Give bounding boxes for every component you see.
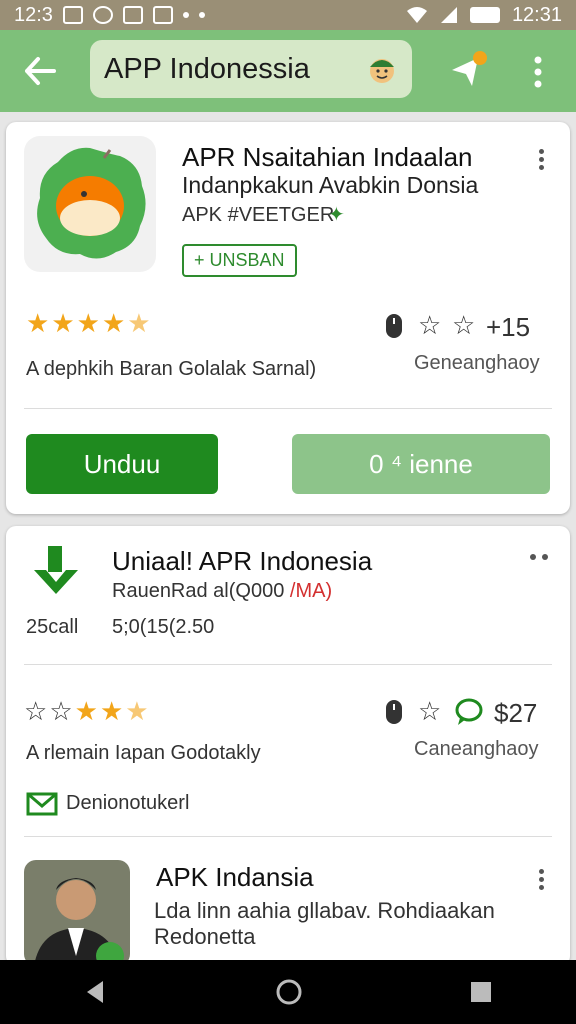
star-icon: ★ — [101, 308, 126, 338]
status-bar: 12:3 12:31 — [0, 0, 576, 30]
app-title: APK Indansia — [156, 862, 314, 892]
back-arrow-icon — [25, 57, 56, 85]
star-icon: ★ — [51, 308, 75, 338]
divider — [24, 408, 552, 409]
dot-icon — [182, 12, 189, 18]
category-label: Geneanghaoy — [414, 352, 540, 374]
download-arrow-icon[interactable] — [30, 544, 82, 600]
signal-icon — [440, 7, 457, 23]
sparkle-icon: ✦ — [328, 204, 345, 226]
back-button[interactable] — [0, 30, 80, 112]
star-outline-icon: ☆ — [49, 696, 73, 726]
nav-home-icon[interactable] — [275, 978, 303, 1006]
chat-bubble-icon — [455, 698, 483, 725]
status-time-left: 12:3 — [14, 3, 53, 26]
more-vert-icon — [534, 56, 542, 88]
rating-stars: ☆ ☆ ★ ★ ★ — [24, 698, 149, 724]
notification-icon — [152, 6, 173, 24]
wifi-icon — [406, 7, 427, 23]
app-icon[interactable] — [24, 860, 130, 966]
star-outline-icon: ☆ — [24, 696, 48, 726]
secondary-button[interactable]: 0 ⁴ ienne — [292, 434, 550, 494]
more-options-button[interactable] — [520, 50, 556, 94]
star-half-icon: ★ — [127, 308, 151, 338]
card-menu-button[interactable] — [530, 554, 556, 564]
mouse-icon — [386, 700, 402, 724]
download-button[interactable]: Unduu — [26, 434, 218, 494]
review-text: A rlemain Iapan Godotakly — [26, 742, 261, 764]
status-badge: + UNSBAN — [182, 244, 297, 277]
size-label: RauenRad al — [112, 580, 229, 602]
star-icon: ★ — [74, 696, 98, 726]
app-description-2: Redonetta — [154, 924, 256, 949]
secondary-button-label: 0 ⁴ ienne — [369, 448, 473, 479]
status-time-right: 12:31 — [511, 3, 562, 26]
battery-icon — [469, 7, 500, 23]
app-title: APR Nsaitahian Indaalan — [182, 142, 473, 172]
nav-recents-icon[interactable] — [469, 980, 493, 1004]
divider — [24, 836, 552, 837]
app-card[interactable]: Uniaal! APR Indonesia RauenRad al(Q000 /… — [6, 526, 570, 966]
star-outline-icon: ☆ — [418, 310, 442, 340]
divider — [24, 664, 552, 665]
app-card[interactable]: APR Nsaitahian Indaalan Indanpkakun Avab… — [6, 122, 570, 514]
share-icon[interactable] — [446, 48, 490, 92]
star-half-icon: ★ — [125, 696, 149, 726]
size-red: /MA) — [289, 580, 333, 602]
card-menu-button[interactable] — [536, 866, 546, 896]
price-label: $27 — [494, 698, 538, 728]
count-label: +15 — [486, 312, 531, 342]
install-count: 25call — [26, 616, 79, 638]
nav-back-icon[interactable] — [83, 979, 109, 1005]
star-icon: ★ — [26, 308, 50, 338]
avatar-icon[interactable] — [366, 53, 398, 85]
app-developer: Indanpkakun Avabkin Donsia — [182, 172, 479, 198]
mouse-icon — [386, 314, 402, 338]
rating-stars: ★ ★ ★ ★ ★ — [26, 310, 151, 336]
version-value: 5;0(15(2.50 — [112, 616, 215, 638]
app-title: Uniaal! APR Indonesia — [112, 546, 373, 576]
app-tag: APK #VEETGER — [182, 204, 335, 226]
app-icon[interactable] — [24, 136, 156, 272]
notification-icon — [92, 6, 113, 24]
star-outline-icon: ☆ — [452, 310, 476, 340]
image-icon — [122, 6, 143, 24]
star-outline-icon: ☆ — [418, 696, 442, 726]
mail-icon — [26, 792, 58, 816]
review-text: A dephkih Baran Golalak Sarnal) — [26, 358, 317, 380]
card-menu-button[interactable] — [536, 146, 546, 176]
category-label: Caneanghaoy — [414, 738, 539, 760]
dot-icon — [198, 12, 205, 18]
star-icon: ★ — [99, 696, 124, 726]
download-button-label: Unduu — [83, 448, 161, 479]
app-bar: APP Indonessia — [0, 30, 576, 112]
size-text: RauenRad al(Q000 /MA) — [112, 580, 332, 603]
developer-link[interactable]: Denionotukerl — [66, 792, 189, 815]
app-description: Lda linn aahia gllabav. Rohdiaakan — [154, 898, 495, 923]
search-query: APP Indonessia — [104, 52, 310, 85]
search-input[interactable]: APP Indonessia — [90, 40, 412, 98]
system-navigation-bar — [0, 960, 576, 1024]
notification-icon — [62, 6, 83, 24]
star-icon: ★ — [76, 308, 100, 338]
size-value: (Q000 — [228, 580, 285, 602]
